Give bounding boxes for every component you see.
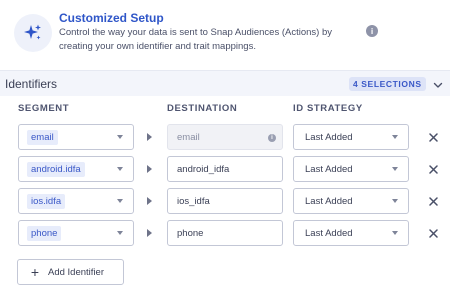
caret-down-icon	[392, 167, 398, 171]
id-strategy-select[interactable]: Last Added	[293, 124, 409, 150]
identifier-row: phone phone Last Added	[0, 220, 450, 248]
selections-badge: 4 SELECTIONS	[349, 77, 426, 91]
destination-value: phone	[177, 227, 204, 239]
arrow-right-icon	[147, 229, 152, 237]
segment-chip: phone	[27, 226, 62, 241]
close-icon[interactable]	[427, 195, 439, 207]
page-description: Control the way your data is sent to Sna…	[59, 27, 333, 52]
id-strategy-value: Last Added	[305, 195, 353, 207]
segment-select[interactable]: ios.idfa	[18, 188, 134, 214]
segment-select[interactable]: android.idfa	[18, 156, 134, 182]
plus-icon: +	[30, 264, 40, 280]
identifier-row: email email i Last Added	[0, 124, 450, 152]
caret-down-icon	[392, 199, 398, 203]
segment-select[interactable]: phone	[18, 220, 134, 246]
page-title: Customized Setup	[59, 11, 164, 25]
caret-down-icon	[117, 199, 123, 203]
caret-down-icon	[117, 231, 123, 235]
setup-header: Customized Setup Control the way your da…	[0, 0, 450, 70]
caret-down-icon	[117, 135, 123, 139]
section-title: Identifiers	[5, 77, 58, 91]
destination-field: email i	[167, 124, 283, 150]
id-strategy-select[interactable]: Last Added	[293, 220, 409, 246]
caret-down-icon	[117, 167, 123, 171]
caret-down-icon	[392, 231, 398, 235]
close-icon[interactable]	[427, 227, 439, 239]
id-strategy-select[interactable]: Last Added	[293, 156, 409, 182]
segment-select[interactable]: email	[18, 124, 134, 150]
segment-column-header: SEGMENT	[18, 103, 70, 114]
destination-value: android_idfa	[177, 163, 230, 175]
destination-value: email	[177, 131, 200, 143]
arrow-right-icon	[147, 133, 152, 141]
add-identifier-button[interactable]: + Add Identifier	[17, 259, 124, 285]
add-identifier-label: Add Identifier	[48, 266, 104, 278]
id-strategy-value: Last Added	[305, 227, 353, 239]
destination-field[interactable]: phone	[167, 220, 283, 246]
sparkle-icon	[14, 14, 52, 52]
info-icon[interactable]: i	[268, 134, 276, 142]
close-icon[interactable]	[427, 163, 439, 175]
caret-down-icon	[392, 135, 398, 139]
id-strategy-value: Last Added	[305, 163, 353, 175]
identifier-row: ios.idfa ios_idfa Last Added	[0, 188, 450, 216]
chevron-down-icon[interactable]	[432, 78, 444, 90]
destination-field[interactable]: ios_idfa	[167, 188, 283, 214]
segment-chip: email	[27, 130, 58, 145]
destination-column-header: DESTINATION	[167, 103, 238, 114]
identifier-row: android.idfa android_idfa Last Added	[0, 156, 450, 184]
segment-chip: ios.idfa	[27, 194, 66, 209]
close-icon[interactable]	[427, 131, 439, 143]
arrow-right-icon	[147, 197, 152, 205]
arrow-right-icon	[147, 165, 152, 173]
destination-field[interactable]: android_idfa	[167, 156, 283, 182]
info-icon[interactable]: i	[366, 25, 378, 37]
identifiers-section-header[interactable]: Identifiers 4 SELECTIONS	[0, 70, 450, 96]
destination-value: ios_idfa	[177, 195, 210, 207]
segment-chip: android.idfa	[27, 162, 85, 177]
id-strategy-value: Last Added	[305, 131, 353, 143]
id-strategy-column-header: ID STRATEGY	[293, 103, 363, 114]
id-strategy-select[interactable]: Last Added	[293, 188, 409, 214]
